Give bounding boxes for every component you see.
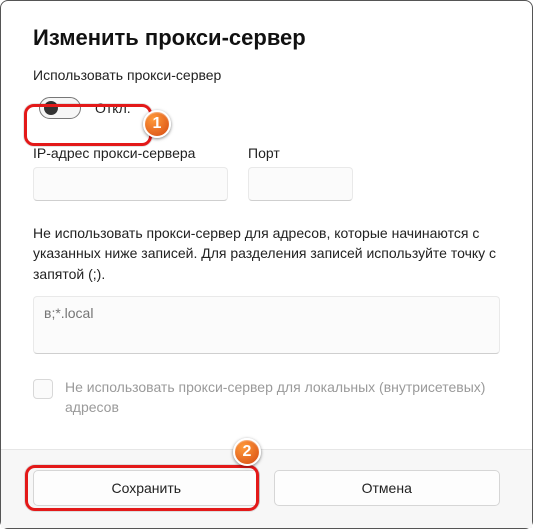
toggle-thumb: [44, 101, 58, 115]
toggle-state-label: Откл.: [95, 100, 131, 116]
local-bypass-row: Не использовать прокси-сервер для локаль…: [33, 377, 500, 418]
address-port-row: IP-адрес прокси-сервера Порт: [33, 145, 500, 201]
cancel-button-label: Отмена: [362, 480, 412, 496]
local-bypass-label: Не использовать прокси-сервер для локаль…: [65, 377, 500, 418]
save-button[interactable]: Сохранить: [33, 470, 260, 506]
port-label: Порт: [248, 145, 353, 161]
local-bypass-checkbox[interactable]: [33, 379, 53, 399]
cancel-button[interactable]: Отмена: [274, 470, 501, 506]
use-proxy-toggle[interactable]: [39, 97, 81, 119]
dialog-footer: Сохранить Отмена: [1, 449, 532, 528]
port-input[interactable]: [248, 167, 353, 201]
ip-field: IP-адрес прокси-сервера: [33, 145, 228, 201]
save-button-label: Сохранить: [111, 480, 181, 496]
port-field: Порт: [248, 145, 353, 201]
use-proxy-label: Использовать прокси-сервер: [33, 67, 500, 83]
use-proxy-toggle-row: Откл.: [33, 93, 500, 123]
exceptions-input[interactable]: [33, 296, 500, 354]
ip-input[interactable]: [33, 167, 228, 201]
proxy-settings-dialog: Изменить прокси-сервер Использовать прок…: [0, 0, 533, 529]
dialog-title: Изменить прокси-сервер: [33, 25, 500, 51]
exceptions-hint: Не использовать прокси-сервер для адресо…: [33, 223, 500, 284]
dialog-content: Изменить прокси-сервер Использовать прок…: [1, 1, 532, 449]
ip-label: IP-адрес прокси-сервера: [33, 145, 228, 161]
